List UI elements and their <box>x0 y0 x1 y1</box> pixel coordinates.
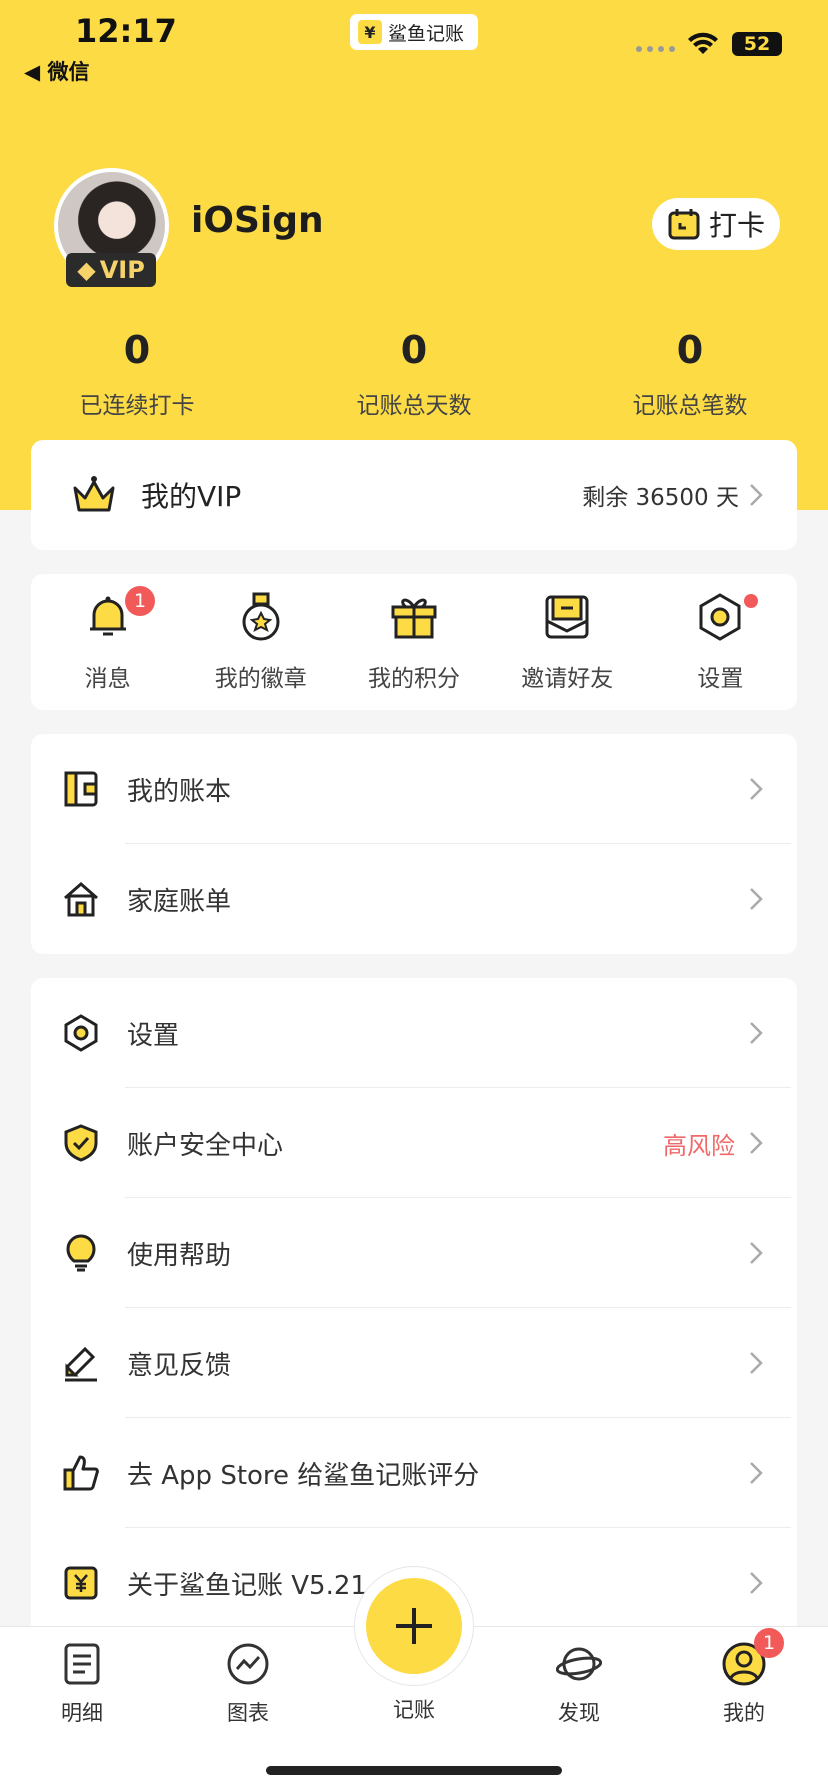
quick-action-badges[interactable]: 我的徽章 <box>184 574 337 710</box>
menu-item-security-center[interactable]: 账户安全中心 高风险 <box>31 1088 797 1198</box>
quick-action-label: 设置 <box>697 666 744 692</box>
tab-label: 明细 <box>61 1701 103 1725</box>
checkin-button[interactable]: 打卡 <box>652 198 780 250</box>
stat-value: 0 <box>676 328 704 372</box>
ledger-icon <box>64 771 98 807</box>
add-entry-button[interactable] <box>366 1578 462 1674</box>
vip-remaining: 剩余 36500 天 <box>582 478 763 512</box>
tab-label: 图表 <box>227 1701 269 1725</box>
envelope-icon <box>545 595 589 639</box>
calendar-icon <box>668 209 700 240</box>
stat-value: 0 <box>123 328 151 372</box>
app-logo-icon <box>64 1566 98 1600</box>
shield-icon <box>64 1124 98 1162</box>
menu-item-settings[interactable]: 设置 <box>31 978 797 1088</box>
chevron-right-icon <box>750 1132 763 1154</box>
menu-item-label: 账户安全中心 <box>127 1130 284 1161</box>
lightbulb-icon <box>66 1234 96 1272</box>
menu-item-help[interactable]: 使用帮助 <box>31 1198 797 1308</box>
menu-item-label: 我的账本 <box>127 776 232 807</box>
back-to-wechat[interactable]: ◀ 微信 <box>24 56 89 86</box>
menu-item-my-ledger[interactable]: 我的账本 <box>31 734 797 844</box>
quick-actions: 1 消息 我的徽章 我的积分 邀请好友 设置 <box>31 574 797 710</box>
quick-action-points[interactable]: 我的积分 <box>337 574 490 710</box>
menu-item-label: 家庭账单 <box>127 886 232 917</box>
stat-label: 记账总笔数 <box>632 393 748 419</box>
menu-item-label: 关于鲨鱼记账 V5.21 <box>127 1570 367 1601</box>
app-indicator-pill: ¥ 鲨鱼记账 <box>350 14 478 50</box>
house-icon <box>64 882 98 917</box>
quick-action-settings[interactable]: 设置 <box>644 574 797 710</box>
tab-discover[interactable]: 发现 <box>524 1627 634 1727</box>
tab-label: 发现 <box>558 1701 600 1725</box>
tab-charts[interactable]: 图表 <box>193 1627 303 1727</box>
hexagon-settings-icon <box>699 593 741 641</box>
quick-action-label: 邀请好友 <box>521 666 614 692</box>
stat-label: 已连续打卡 <box>79 393 195 419</box>
menu-item-label: 使用帮助 <box>127 1240 232 1271</box>
menu-item-feedback[interactable]: 意见反馈 <box>31 1308 797 1418</box>
menu-item-label: 设置 <box>127 1020 180 1051</box>
chevron-right-icon <box>750 888 763 910</box>
quick-action-label: 我的积分 <box>368 666 460 692</box>
stat-total-days: 0 记账总天数 <box>314 328 514 420</box>
risk-status: 高风险 <box>663 1131 735 1160</box>
menu-item-family-bill[interactable]: 家庭账单 <box>31 844 797 954</box>
plus-icon <box>396 1608 432 1644</box>
app-logo-icon: ¥ <box>358 20 382 44</box>
chevron-right-icon <box>750 484 763 506</box>
chevron-right-icon <box>750 1462 763 1484</box>
pencil-icon <box>65 1346 97 1382</box>
menu-item-rate-app[interactable]: 去 App Store 给鲨鱼记账评分 <box>31 1418 797 1528</box>
diamond-icon: ◆ <box>77 256 96 284</box>
battery-icon: 52 <box>732 32 782 56</box>
add-entry-label: 记账 <box>393 1698 435 1722</box>
chevron-right-icon <box>750 1352 763 1374</box>
gift-icon <box>391 598 437 639</box>
home-indicator <box>266 1766 562 1775</box>
stat-label: 记账总天数 <box>356 393 472 419</box>
tab-details[interactable]: 明细 <box>27 1627 137 1727</box>
unread-badge: 1 <box>125 586 155 616</box>
stat-total-entries: 0 记账总笔数 <box>590 328 790 420</box>
chart-icon <box>227 1643 269 1685</box>
medal-icon <box>242 592 280 641</box>
thumbs-up-icon <box>63 1455 99 1491</box>
chevron-right-icon <box>750 1572 763 1594</box>
tab-label: 我的 <box>723 1701 765 1725</box>
vip-card[interactable]: 我的VIP 剩余 36500 天 <box>31 440 797 550</box>
planet-icon <box>555 1647 603 1681</box>
vip-badge-label: VIP <box>99 256 145 284</box>
chevron-right-icon <box>750 1022 763 1044</box>
book-menu: 我的账本 家庭账单 <box>31 734 797 954</box>
quick-action-label: 我的徽章 <box>214 666 307 692</box>
tab-mine-badge: 1 <box>754 1628 784 1658</box>
quick-action-messages[interactable]: 1 消息 <box>31 574 184 710</box>
status-bar: 12:17 ◀ 微信 ¥ 鲨鱼记账 52 <box>0 0 828 100</box>
quick-action-label: 消息 <box>84 666 131 692</box>
chevron-right-icon <box>750 778 763 800</box>
signal-icon <box>636 46 675 52</box>
quick-action-invite[interactable]: 邀请好友 <box>491 574 644 710</box>
settings-menu: 设置 账户安全中心 高风险 使用帮助 意见反馈 去 App Store 给鲨鱼记… <box>31 978 797 1638</box>
notification-dot <box>743 594 758 608</box>
wifi-icon <box>688 32 718 54</box>
vip-badge: ◆ VIP <box>66 253 156 287</box>
menu-item-label: 去 App Store 给鲨鱼记账评分 <box>127 1460 480 1491</box>
stat-streak: 0 已连续打卡 <box>37 328 237 420</box>
crown-icon <box>73 476 115 512</box>
menu-item-label: 意见反馈 <box>127 1350 232 1381</box>
username: iOSign <box>191 200 324 241</box>
vip-remaining-text: 剩余 36500 天 <box>582 485 739 511</box>
chevron-right-icon <box>750 1242 763 1264</box>
vip-card-title: 我的VIP <box>141 480 242 513</box>
app-name: 鲨鱼记账 <box>388 22 465 45</box>
stat-value: 0 <box>400 328 428 372</box>
checkin-label: 打卡 <box>708 209 765 242</box>
hexagon-settings-icon <box>64 1014 98 1052</box>
list-doc-icon <box>64 1643 100 1685</box>
clock: 12:17 <box>75 12 177 50</box>
